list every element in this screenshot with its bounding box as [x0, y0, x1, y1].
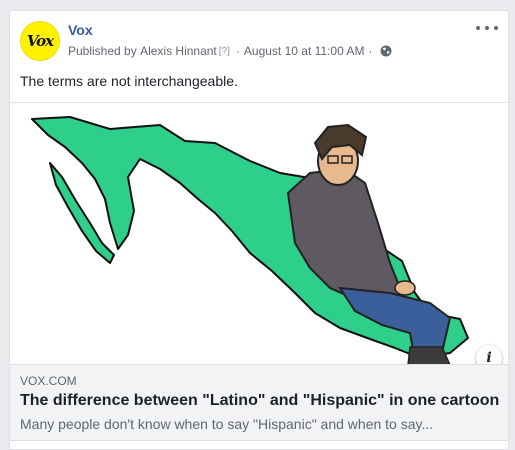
avatar-logo-text: Vox: [26, 32, 54, 50]
post-meta: Published by Alexis Hinnant [?] · August…: [68, 44, 392, 58]
post-header: Vox Vox Published by Alexis Hinnant [?] …: [20, 21, 498, 61]
info-icon[interactable]: i: [476, 345, 502, 365]
link-description: Many people don't know when to say "Hisp…: [20, 416, 434, 432]
post-message: The terms are not interchangeable.: [20, 73, 238, 89]
link-preview-box[interactable]: VOX.COM The difference between "Latino" …: [10, 364, 508, 441]
link-domain: VOX.COM: [20, 374, 77, 388]
published-by-label: Published by: [68, 44, 137, 58]
meta-separator: ·: [235, 44, 240, 58]
globe-icon[interactable]: [380, 45, 392, 57]
page-avatar[interactable]: Vox: [20, 21, 60, 61]
post-divider: [10, 440, 508, 441]
feed-post: Vox Vox Published by Alexis Hinnant [?] …: [9, 10, 509, 450]
link-title[interactable]: The difference between "Latino" and "His…: [20, 392, 499, 410]
more-options-icon[interactable]: [476, 21, 498, 35]
author-link[interactable]: Alexis Hinnant: [140, 44, 217, 58]
meta-separator: ·: [368, 44, 373, 58]
help-link[interactable]: [?]: [219, 46, 230, 57]
link-preview-image[interactable]: i: [10, 102, 508, 365]
timestamp-link[interactable]: August 10 at 11:00 AM: [244, 44, 365, 58]
page-name-link[interactable]: Vox: [68, 22, 93, 38]
